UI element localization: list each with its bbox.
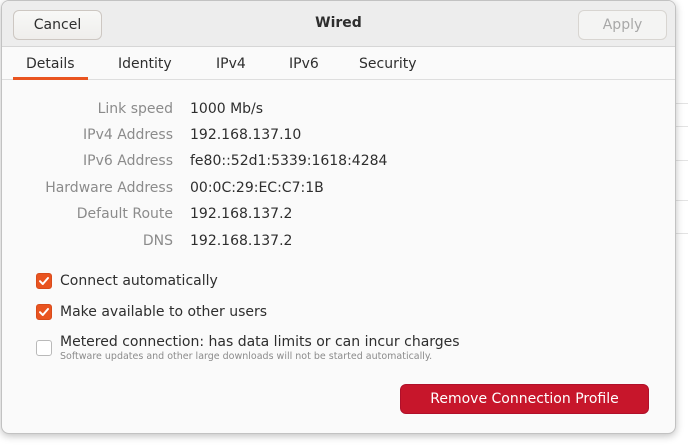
wired-settings-dialog: Cancel Wired Apply Details Identity IPv4…: [1, 0, 676, 434]
detail-value: 192.168.137.2: [190, 233, 293, 249]
detail-row-link-speed: Link speed 1000 Mb/s: [2, 101, 675, 121]
dialog-title: Wired: [315, 15, 362, 31]
tab-security[interactable]: Security: [346, 47, 430, 80]
available-to-all-label: Make available to other users: [60, 304, 268, 320]
remove-connection-profile-button[interactable]: Remove Connection Profile: [400, 384, 649, 414]
detail-label: Hardware Address: [45, 180, 173, 196]
detail-row-dns: DNS 192.168.137.2: [2, 233, 675, 253]
tab-ipv4[interactable]: IPv4: [203, 47, 259, 80]
detail-value: 192.168.137.2: [190, 206, 293, 222]
apply-button[interactable]: Apply: [578, 10, 667, 40]
detail-label: Default Route: [76, 206, 173, 222]
tab-ipv6[interactable]: IPv6: [276, 47, 332, 80]
detail-label: IPv4 Address: [83, 127, 173, 143]
metered-connection-checkbox[interactable]: [36, 340, 52, 356]
tab-bar: Details Identity IPv4 IPv6 Security: [2, 47, 675, 80]
detail-row-ipv6: IPv6 Address fe80::52d1:5339:1618:4284: [2, 153, 675, 173]
tab-identity[interactable]: Identity: [105, 47, 185, 80]
detail-value: 00:0C:29:EC:C7:1B: [190, 180, 324, 196]
connect-automatically-option[interactable]: Connect automatically: [36, 270, 218, 292]
tab-details[interactable]: Details: [13, 47, 88, 80]
checkmark-icon: [39, 308, 49, 316]
available-to-all-option[interactable]: Make available to other users: [36, 301, 267, 323]
detail-label: IPv6 Address: [83, 153, 173, 169]
detail-row-ipv4: IPv4 Address 192.168.137.10: [2, 127, 675, 147]
connect-automatically-checkbox[interactable]: [36, 273, 52, 289]
available-to-all-checkbox[interactable]: [36, 304, 52, 320]
metered-connection-label: Metered connection: has data limits or c…: [60, 334, 460, 350]
detail-value: fe80::52d1:5339:1618:4284: [190, 153, 388, 169]
detail-value: 192.168.137.10: [190, 127, 302, 143]
metered-connection-description: Software updates and other large downloa…: [60, 351, 433, 362]
detail-row-default-route: Default Route 192.168.137.2: [2, 206, 675, 226]
detail-value: 1000 Mb/s: [190, 101, 264, 117]
detail-label: DNS: [142, 233, 173, 249]
connect-automatically-label: Connect automatically: [60, 273, 218, 289]
detail-label: Link speed: [97, 101, 173, 117]
checkmark-icon: [39, 277, 49, 285]
dialog-header: Cancel Wired Apply: [2, 1, 675, 47]
detail-row-hardware: Hardware Address 00:0C:29:EC:C7:1B: [2, 180, 675, 200]
